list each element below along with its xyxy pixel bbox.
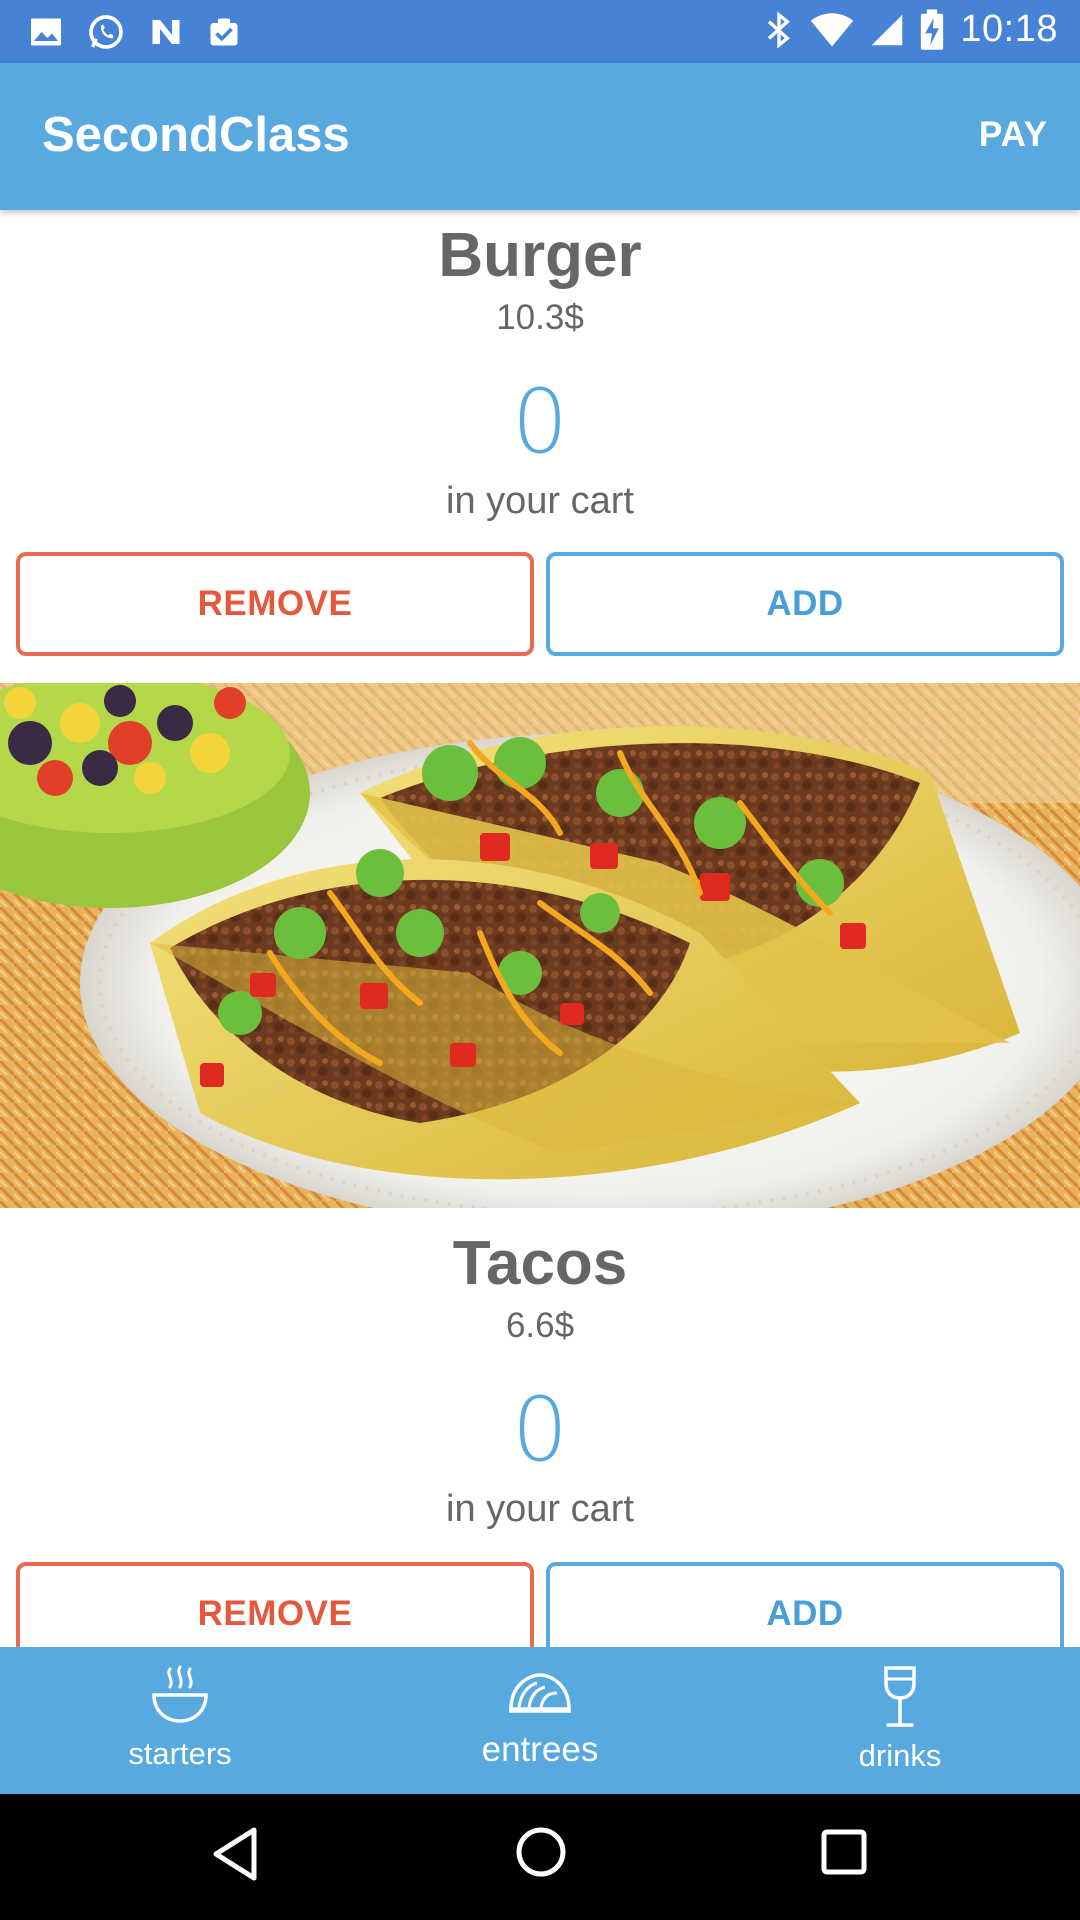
recents-icon[interactable] (820, 1828, 868, 1881)
cart-count: 0 (512, 370, 568, 473)
status-bar: 10:18 (0, 0, 1080, 63)
clock-time: 10:18 (960, 8, 1058, 50)
cart-label: in your cart (446, 1488, 634, 1530)
battery-charging-icon (920, 8, 944, 51)
system-navigation-bar (0, 1794, 1080, 1920)
cart-count: 0 (512, 1378, 568, 1481)
nav-starters[interactable]: starters (0, 1647, 360, 1794)
remove-button[interactable]: REMOVE (16, 552, 534, 656)
status-bar-right: 10:18 (764, 8, 1058, 51)
item-title: Burger (438, 221, 642, 290)
back-icon[interactable] (210, 1826, 260, 1887)
clipboard-check-icon (206, 14, 242, 50)
cell-signal-icon (870, 12, 904, 48)
status-bar-left (28, 12, 242, 52)
cart-label: in your cart (446, 480, 634, 522)
nav-label: starters (128, 1736, 232, 1771)
app-bar: SecondClass PAY (0, 63, 1080, 210)
nav-entrees[interactable]: entrees (360, 1647, 720, 1794)
add-button[interactable]: ADD (546, 1562, 1064, 1647)
soup-bowl-icon (150, 1665, 210, 1732)
wifi-icon (810, 11, 854, 49)
whatsapp-icon (86, 12, 126, 52)
nav-label: entrees (481, 1730, 599, 1769)
bottom-navigation: starters entrees drinks (0, 1647, 1080, 1794)
n-app-icon (148, 14, 184, 50)
pay-button[interactable]: PAY (979, 115, 1048, 155)
item-price: 10.3$ (496, 298, 584, 337)
app-title: SecondClass (42, 108, 350, 162)
item-price: 6.6$ (505, 1306, 575, 1345)
remove-button[interactable]: REMOVE (16, 1562, 534, 1647)
home-icon[interactable] (513, 1824, 569, 1885)
image-icon (28, 14, 64, 50)
taco-icon (507, 1665, 573, 1726)
nav-drinks[interactable]: drinks (720, 1647, 1080, 1794)
bluetooth-icon (764, 10, 794, 50)
wine-glass-icon (878, 1665, 922, 1734)
item-title: Tacos (452, 1229, 628, 1298)
tacos-photo (0, 683, 1080, 1208)
add-button[interactable]: ADD (546, 552, 1064, 656)
menu-list[interactable]: Burger 10.3$ 0 in your cart REMOVE ADD T… (0, 210, 1080, 1647)
nav-label: drinks (858, 1738, 942, 1773)
